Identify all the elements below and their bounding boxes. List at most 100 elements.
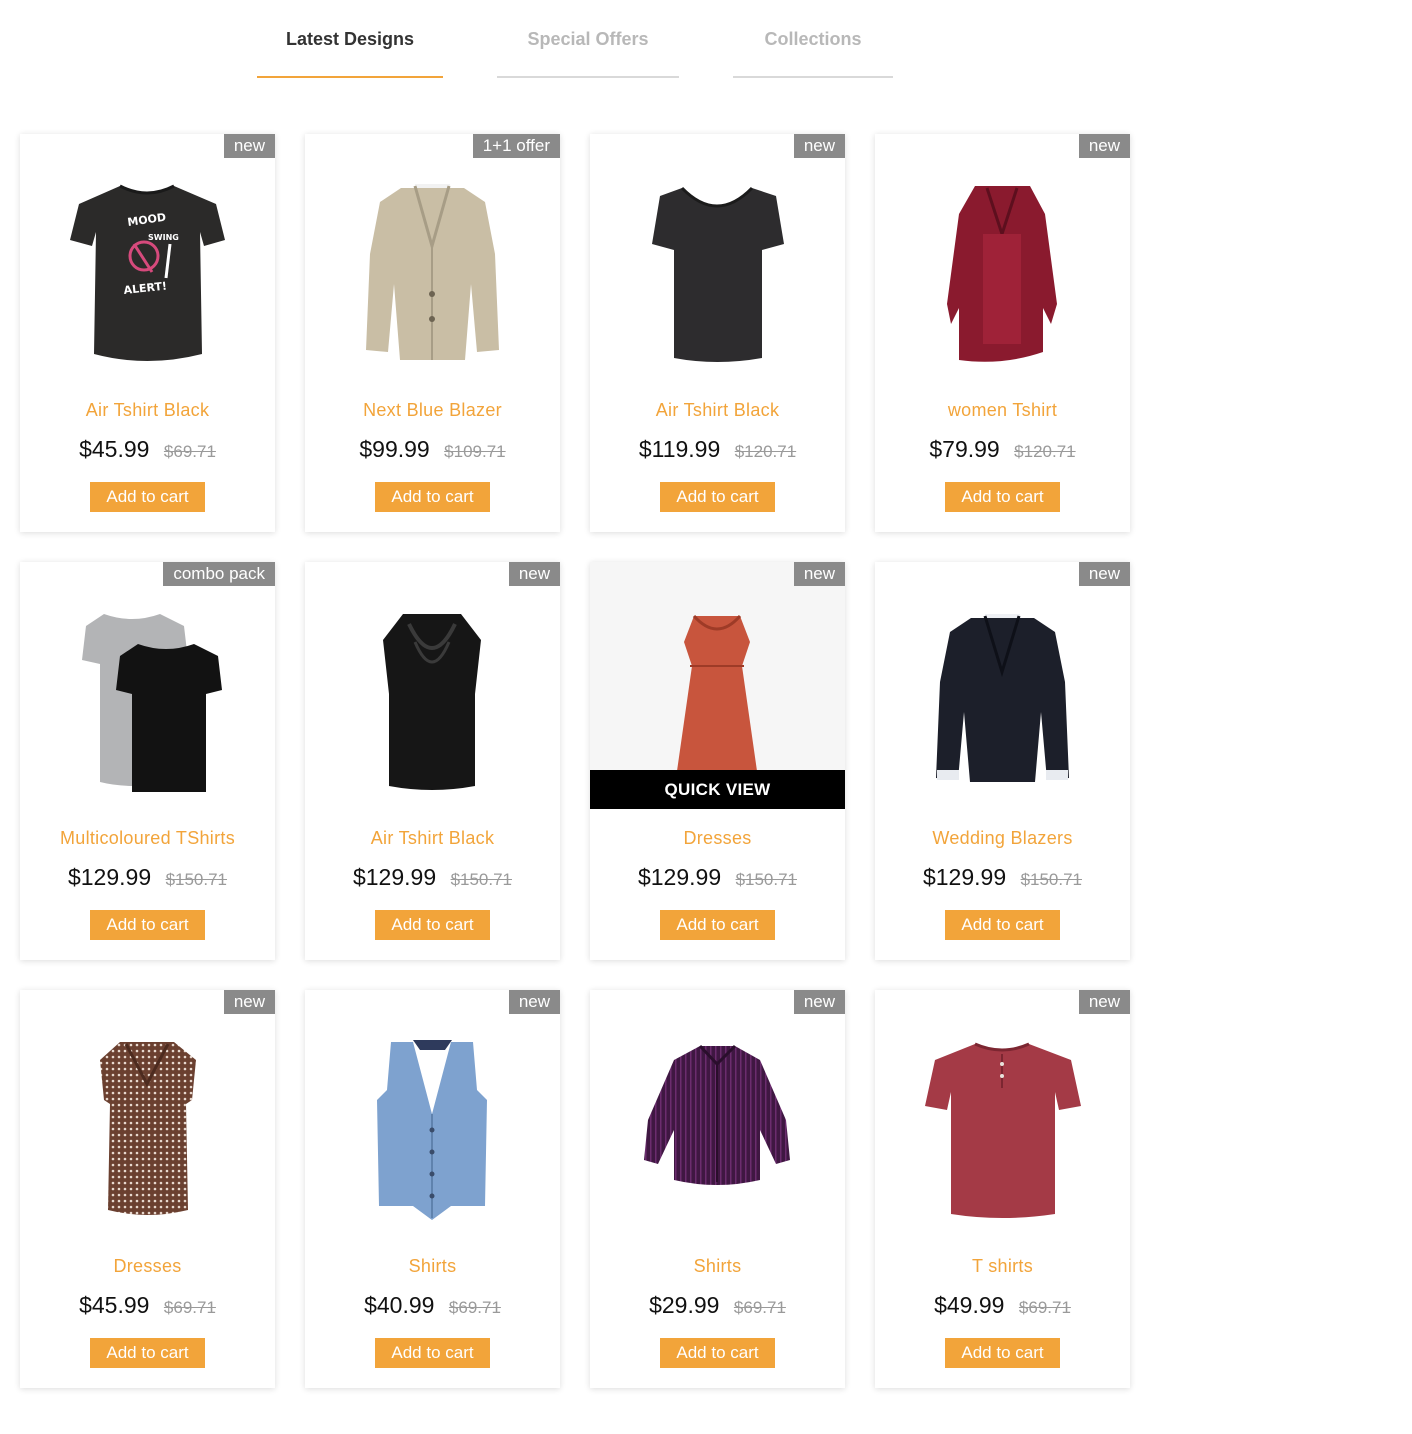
add-to-cart-button[interactable]: Add to cart: [90, 482, 205, 512]
product-name[interactable]: Air Tshirt Black: [20, 400, 275, 421]
tab-special-offers[interactable]: Special Offers: [497, 0, 679, 78]
svg-text:SWING: SWING: [148, 233, 179, 242]
product-card[interactable]: new T shirts $49.99 $69.71 Add to cart: [875, 990, 1130, 1388]
product-card[interactable]: new women Tshirt $79.99 $120.71 Add to c…: [875, 134, 1130, 532]
blue-waistcoat-image: [377, 1040, 487, 1220]
product-name[interactable]: Dresses: [590, 828, 845, 849]
product-card[interactable]: combo pack Multicoloured TShirts $129.99…: [20, 562, 275, 960]
product-image-area[interactable]: QUICK VIEW: [590, 562, 845, 809]
product-name[interactable]: Multicoloured TShirts: [20, 828, 275, 849]
product-old-price: $120.71: [1014, 442, 1076, 461]
product-card[interactable]: new Wedding Blazers $129.99 $150.71 Add …: [875, 562, 1130, 960]
add-to-cart-button[interactable]: Add to cart: [945, 910, 1060, 940]
product-name[interactable]: Shirts: [590, 1256, 845, 1277]
add-to-cart-button[interactable]: Add to cart: [90, 1338, 205, 1368]
product-name[interactable]: Air Tshirt Black: [305, 828, 560, 849]
product-card[interactable]: 1+1 offer Next Blue Blazer $99.99 $109.7…: [305, 134, 560, 532]
product-price: $129.99: [637, 864, 722, 890]
product-price: $45.99: [79, 1292, 150, 1318]
product-image-area[interactable]: [305, 134, 560, 381]
category-tabs: Latest Designs Special Offers Collection…: [0, 0, 1412, 80]
product-name[interactable]: Next Blue Blazer: [305, 400, 560, 421]
product-prices: $119.99 $120.71: [590, 436, 845, 463]
product-prices: $129.99 $150.71: [305, 864, 560, 891]
product-name[interactable]: T shirts: [875, 1256, 1130, 1277]
two-tshirts-image: [82, 614, 222, 792]
new-badge: new: [1078, 134, 1130, 158]
add-to-cart-button[interactable]: Add to cart: [660, 482, 775, 512]
product-image-area[interactable]: [305, 562, 560, 809]
product-image-area[interactable]: [875, 134, 1130, 381]
tab-latest-designs[interactable]: Latest Designs: [257, 0, 443, 78]
new-badge: new: [508, 562, 560, 586]
product-old-price: $69.71: [1018, 1298, 1071, 1317]
tab-label: Collections: [764, 29, 862, 49]
quick-view-button[interactable]: QUICK VIEW: [590, 770, 845, 809]
add-to-cart-button[interactable]: Add to cart: [375, 1338, 490, 1368]
product-card[interactable]: QUICK VIEW new Dresses $129.99 $150.71 A…: [590, 562, 845, 960]
product-prices: $99.99 $109.71: [305, 436, 560, 463]
product-image-area[interactable]: [20, 562, 275, 809]
product-name[interactable]: women Tshirt: [875, 400, 1130, 421]
black-scoop-tshirt-image: [652, 186, 784, 362]
product-image-area[interactable]: [875, 990, 1130, 1237]
product-image-area[interactable]: [875, 562, 1130, 809]
product-card[interactable]: MOOD SWING ALERT! new Air Tshirt Black $…: [20, 134, 275, 532]
product-card[interactable]: new Shirts $29.99 $69.71 Add to cart: [590, 990, 845, 1388]
red-henley-tshirt-image: [925, 1042, 1081, 1218]
product-card[interactable]: new Dresses $45.99 $69.71 Add to cart: [20, 990, 275, 1388]
product-name[interactable]: Air Tshirt Black: [590, 400, 845, 421]
product-price: $129.99: [352, 864, 437, 890]
add-to-cart-button[interactable]: Add to cart: [375, 910, 490, 940]
product-price: $129.99: [922, 864, 1007, 890]
tab-label: Latest Designs: [285, 29, 415, 49]
add-to-cart-button[interactable]: Add to cart: [945, 482, 1060, 512]
product-image-area[interactable]: MOOD SWING ALERT!: [20, 134, 275, 381]
product-old-price: $120.71: [734, 442, 797, 461]
tab-collections[interactable]: Collections: [733, 0, 893, 78]
product-prices: $45.99 $69.71: [20, 1292, 275, 1319]
add-to-cart-button[interactable]: Add to cart: [660, 910, 775, 940]
add-to-cart-button[interactable]: Add to cart: [375, 482, 490, 512]
product-prices: $45.99 $69.71: [20, 436, 275, 463]
new-badge: new: [793, 562, 845, 586]
product-card[interactable]: new Air Tshirt Black $119.99 $120.71 Add…: [590, 134, 845, 532]
product-card[interactable]: new Shirts $40.99 $69.71 Add to cart: [305, 990, 560, 1388]
combo-pack-badge: combo pack: [163, 562, 275, 586]
black-blazer-image: [936, 614, 1069, 782]
tab-underline: [257, 76, 443, 78]
new-badge: new: [1078, 562, 1130, 586]
product-prices: $79.99 $120.71: [875, 436, 1130, 463]
product-name[interactable]: Dresses: [20, 1256, 275, 1277]
product-prices: $49.99 $69.71: [875, 1292, 1130, 1319]
product-name[interactable]: Shirts: [305, 1256, 560, 1277]
product-image-area[interactable]: [20, 990, 275, 1237]
black-graphic-tshirt-image: MOOD SWING ALERT!: [70, 184, 225, 361]
tab-underline: [733, 76, 893, 78]
purple-striped-shirt-image: [644, 1044, 790, 1185]
product-prices: $129.99 $150.71: [875, 864, 1130, 891]
product-price: $40.99: [364, 1292, 435, 1318]
new-badge: new: [508, 990, 560, 1014]
product-price: $119.99: [638, 436, 721, 462]
new-badge: new: [1078, 990, 1130, 1014]
product-old-price: $150.71: [165, 870, 228, 889]
product-image-area[interactable]: [305, 990, 560, 1237]
add-to-cart-button[interactable]: Add to cart: [90, 910, 205, 940]
add-to-cart-button[interactable]: Add to cart: [660, 1338, 775, 1368]
product-image-area[interactable]: [590, 134, 845, 381]
product-card[interactable]: new Air Tshirt Black $129.99 $150.71 Add…: [305, 562, 560, 960]
new-badge: new: [223, 990, 275, 1014]
product-price: $129.99: [67, 864, 152, 890]
product-name[interactable]: Wedding Blazers: [875, 828, 1130, 849]
product-image-area[interactable]: [590, 990, 845, 1237]
patterned-blouse-image: [100, 1042, 196, 1215]
add-to-cart-button[interactable]: Add to cart: [945, 1338, 1060, 1368]
product-old-price: $150.71: [735, 870, 798, 889]
beige-blazer-image: [366, 184, 499, 360]
product-price: $49.99: [934, 1292, 1005, 1318]
tab-label: Special Offers: [527, 29, 649, 49]
product-old-price: $69.71: [163, 442, 216, 461]
black-cowl-top-image: [383, 614, 481, 790]
new-badge: new: [793, 134, 845, 158]
